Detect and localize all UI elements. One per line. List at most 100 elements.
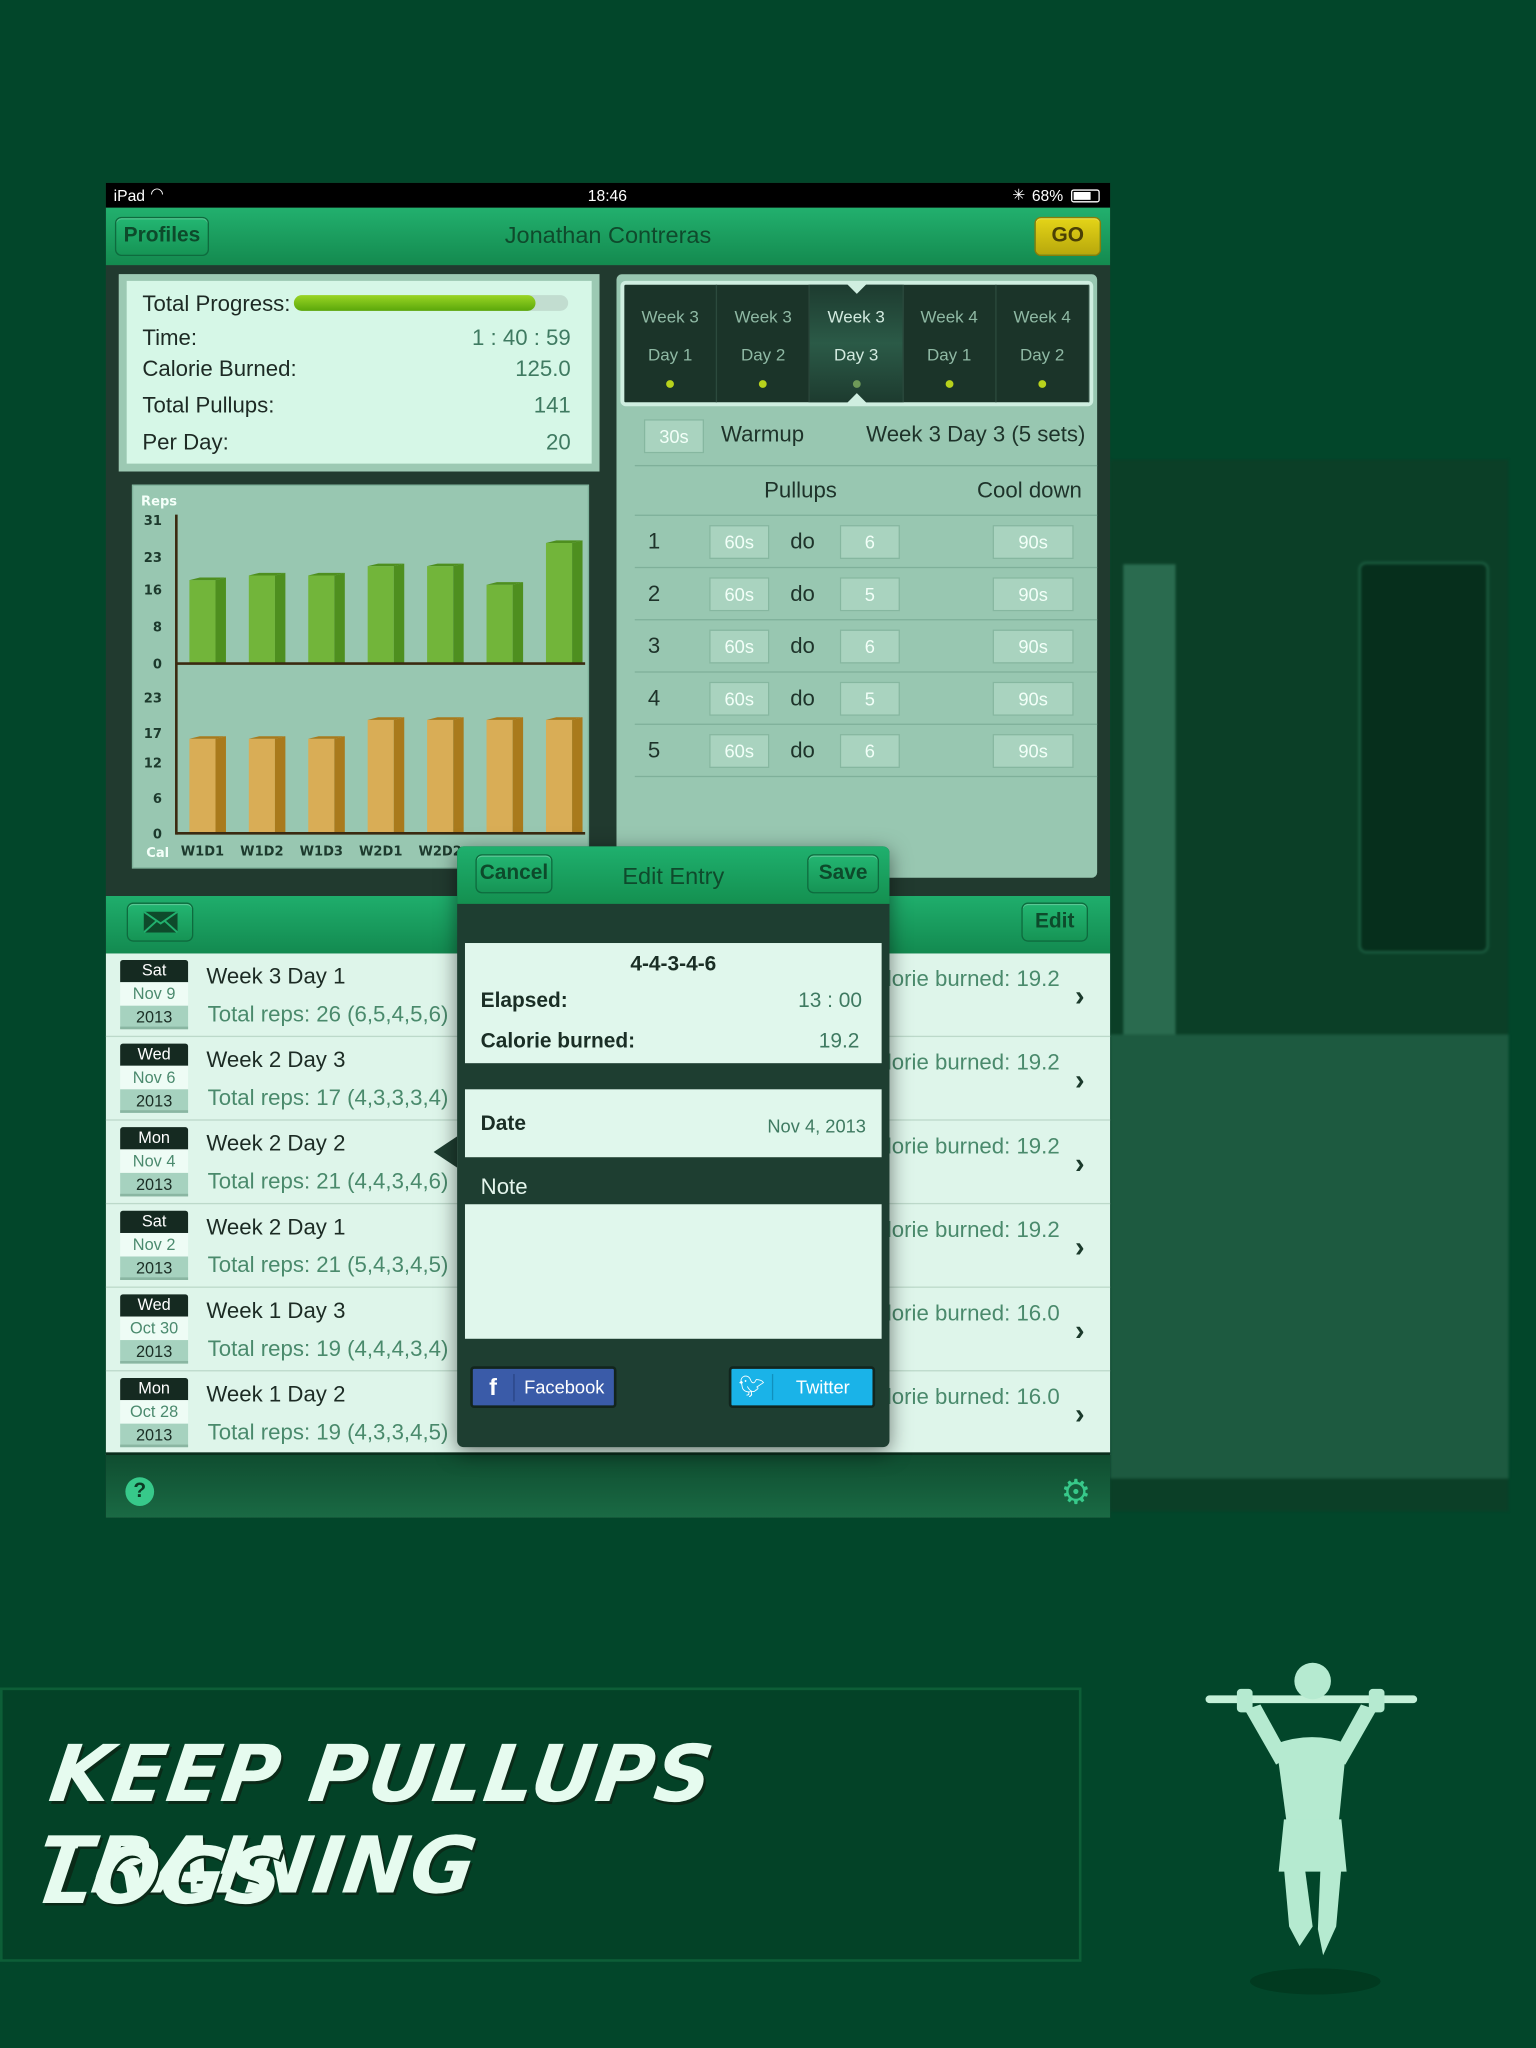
bar	[248, 738, 275, 834]
bar	[427, 566, 454, 664]
stat-label: Time:	[142, 325, 198, 351]
do-label: do	[790, 685, 815, 711]
week-label: Week 3	[827, 306, 885, 327]
bar	[545, 543, 573, 664]
set-rest-time[interactable]: 60s	[709, 525, 770, 560]
day-label: Day 1	[926, 344, 972, 365]
banner-line-2: LOGS	[37, 1831, 291, 1923]
month-day: Nov 4	[120, 1149, 189, 1173]
mail-button[interactable]	[126, 902, 194, 942]
set-cooldown[interactable]: 90s	[992, 577, 1074, 612]
week-label: Week 4	[1013, 306, 1071, 327]
status-dot	[852, 380, 861, 388]
week-day-option[interactable]: Week 3 Day 3	[810, 283, 904, 404]
week-day-picker[interactable]: Week 3 Day 1 Week 3 Day 2 Week 3 Day 3 Week 4 D…	[620, 280, 1094, 407]
set-reps[interactable]: 5	[839, 681, 900, 716]
gear-icon[interactable]: ⚙	[1061, 1472, 1091, 1512]
day-of-week: Mon	[120, 1127, 189, 1150]
note-label: Note	[480, 1174, 528, 1200]
pullup-figure-icon	[1205, 1662, 1418, 1995]
go-button[interactable]: GO	[1034, 216, 1102, 256]
col-cooldown: Cool down	[976, 478, 1082, 503]
day-of-week: Mon	[120, 1377, 189, 1401]
set-reps[interactable]: 6	[839, 525, 900, 560]
battery-percent: 68%	[1031, 186, 1064, 206]
day-of-week: Sat	[120, 1210, 189, 1233]
popover-header: Cancel Edit Entry Save	[457, 846, 890, 904]
progress-bar	[293, 295, 569, 311]
bar	[486, 584, 513, 664]
calorie-burned: lorie burned: 19.2	[886, 966, 1060, 992]
date-badge: Sat Nov 9 2013	[120, 959, 189, 1031]
day-label: Day 1	[647, 344, 693, 365]
set-cooldown[interactable]: 90s	[992, 681, 1074, 716]
device-name: iPad	[113, 186, 146, 206]
set-reps[interactable]: 5	[839, 577, 900, 612]
bar-side	[334, 736, 345, 834]
edit-button[interactable]: Edit	[1021, 902, 1088, 942]
day-of-week: Wed	[120, 1043, 189, 1066]
progress-chart: Reps 0 8 16 23 31 Cal 0 6 12 17 23 W1D1 W1D2 W1D3 W2D1 W…	[131, 484, 590, 869]
stat-label: Total Pullups:	[142, 393, 275, 418]
set-rest-time[interactable]: 60s	[709, 681, 770, 716]
chevron-right-icon: ›	[1074, 1397, 1085, 1431]
stat-row: Calorie Burned: 125.0	[142, 357, 570, 383]
total-reps: Total reps: 21 (4,4,3,4,6)	[207, 1168, 449, 1194]
set-cooldown[interactable]: 90s	[992, 525, 1074, 560]
set-reps[interactable]: 6	[839, 734, 900, 768]
warmup-time[interactable]: 30s	[643, 419, 704, 454]
bar	[367, 566, 394, 664]
set-cooldown[interactable]: 90s	[992, 734, 1074, 768]
note-textarea[interactable]	[464, 1204, 882, 1339]
wifi-icon: ◠	[150, 184, 164, 203]
warmup-label: Warmup	[720, 421, 805, 447]
month-day: Nov 9	[120, 982, 189, 1006]
sets-summary: 4-4-3-4-6	[630, 953, 717, 976]
help-icon[interactable]: ?	[125, 1477, 155, 1506]
calorie-burned: lorie burned: 19.2	[886, 1217, 1060, 1243]
day-label: Day 2	[1019, 344, 1065, 365]
status-dot	[1038, 380, 1047, 388]
year: 2013	[120, 1340, 189, 1364]
chart-svg: Reps 0 8 16 23 31 Cal 0 6 12 17 23 W1D1 W1D2 W1D3 W2D1 W…	[141, 494, 586, 861]
set-reps[interactable]: 6	[839, 629, 900, 664]
bar-side	[393, 563, 405, 664]
workout-title: Week 1 Day 2	[206, 1381, 346, 1407]
facebook-button[interactable]: f Facebook	[470, 1366, 617, 1408]
promo-stage: iPad ◠ 18:46 ✳ 68% Profiles Jonathan Con…	[0, 0, 1536, 2048]
stats-panel: Total Progress: Time: 1 : 40 : 59 Calorie …	[118, 274, 600, 472]
day-label: Day 2	[740, 344, 786, 365]
stat-row: Total Pullups: 141	[142, 393, 570, 419]
bar-side	[512, 582, 524, 664]
y-tick-label: 23	[144, 551, 162, 566]
week-label: Week 3	[641, 306, 699, 327]
week-day-option[interactable]: Week 3 Day 2	[717, 284, 811, 403]
week-day-option[interactable]: Week 4 Day 1	[903, 284, 997, 403]
week-label: Week 3	[734, 306, 792, 327]
stat-label: Calorie Burned:	[142, 356, 297, 382]
set-rest-time[interactable]: 60s	[709, 577, 770, 612]
bottom-bar: ? ⚙	[105, 1452, 1111, 1518]
month-day: Oct 30	[120, 1316, 189, 1341]
date-row[interactable]: Date Nov 4, 2013	[464, 1089, 882, 1158]
set-rest-time[interactable]: 60s	[709, 629, 770, 664]
week-day-option[interactable]: Week 3 Day 1	[624, 284, 718, 403]
year: 2013	[120, 1089, 189, 1113]
battery-icon	[1071, 189, 1100, 203]
bar-side	[572, 540, 583, 664]
set-number: 5	[647, 737, 661, 763]
month-day: Nov 2	[120, 1232, 189, 1257]
do-label: do	[790, 528, 815, 554]
y-tick-label: 23	[144, 692, 162, 707]
week-day-option[interactable]: Week 4 Day 2	[996, 284, 1090, 403]
x-tick-label: W2D1	[359, 845, 402, 860]
status-dot	[759, 380, 768, 388]
month-day: Nov 6	[120, 1065, 189, 1090]
y-tick-label: 17	[144, 727, 162, 742]
save-button[interactable]: Save	[807, 854, 880, 894]
set-cooldown[interactable]: 90s	[992, 629, 1074, 664]
twitter-button[interactable]: 🐦︎ Twitter	[728, 1366, 876, 1408]
date-badge: Wed Nov 6 2013	[120, 1043, 189, 1115]
set-rest-time[interactable]: 60s	[709, 734, 770, 768]
total-reps: Total reps: 21 (5,4,3,4,5)	[207, 1252, 449, 1278]
